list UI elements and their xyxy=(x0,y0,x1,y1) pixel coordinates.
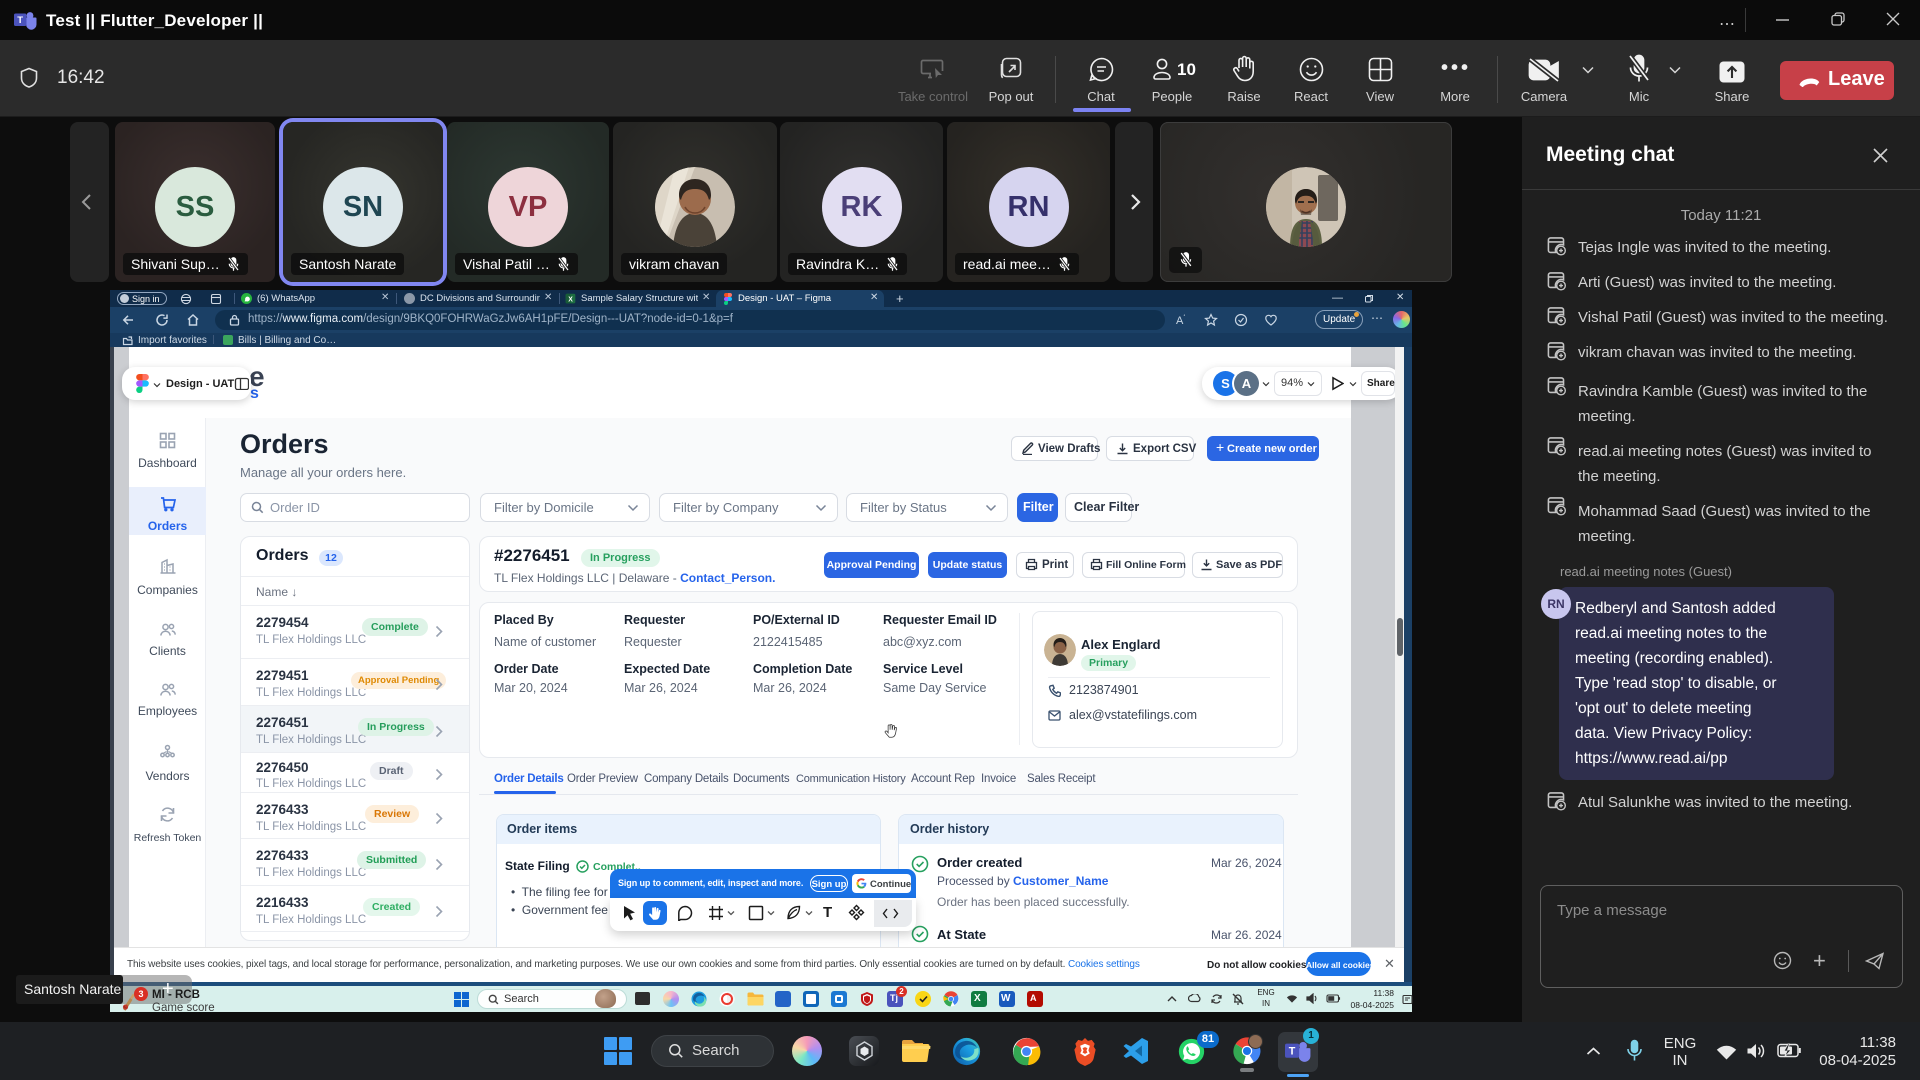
svg-text:T: T xyxy=(1289,1045,1296,1057)
svg-text:T: T xyxy=(17,15,23,26)
